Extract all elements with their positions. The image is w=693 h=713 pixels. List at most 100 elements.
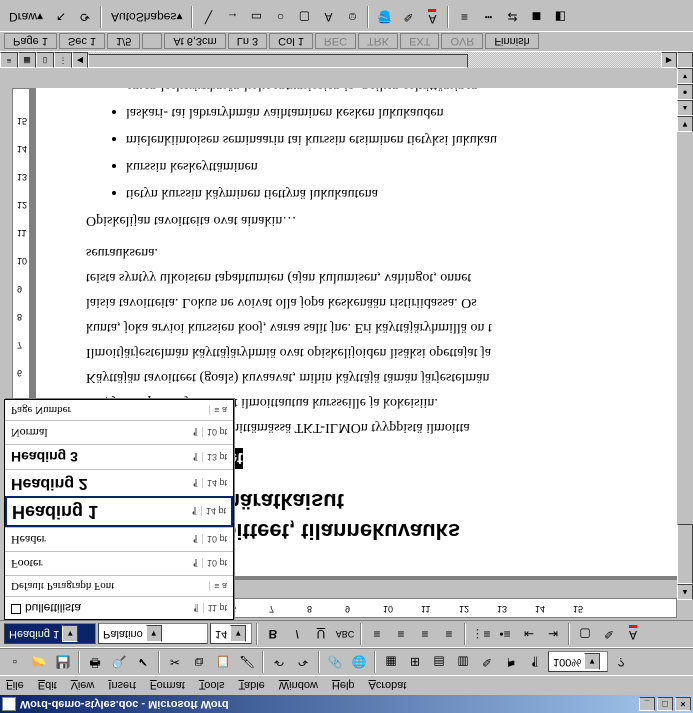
- body-text[interactable]: Ilmoitjärjestelmän käyttäjäryhmiä ovat o…: [86, 342, 677, 361]
- style-option[interactable]: bullettilista¶11 pt: [5, 596, 233, 619]
- page-view-button[interactable]: ▯: [36, 52, 54, 68]
- outline-view-button[interactable]: ⋮: [54, 52, 72, 68]
- preview-button[interactable]: 🔍: [108, 651, 130, 673]
- align-right-button[interactable]: ≡: [414, 623, 436, 645]
- 3d-button[interactable]: ◧: [549, 7, 571, 29]
- hyperlink-button[interactable]: 🔗: [324, 651, 346, 673]
- style-option[interactable]: Default Paragraph Font≡ a: [5, 575, 233, 596]
- arrow-style-button[interactable]: ⇄: [501, 7, 523, 29]
- new-button[interactable]: ▫: [4, 651, 26, 673]
- browse-object-button[interactable]: ●: [677, 84, 693, 100]
- select-objects-button[interactable]: ↖: [50, 7, 72, 29]
- copy-button[interactable]: ⧉: [188, 651, 210, 673]
- underline-button[interactable]: U: [310, 623, 332, 645]
- fill-color-button[interactable]: 🪣: [373, 7, 395, 29]
- wordart-tool[interactable]: A: [317, 7, 339, 29]
- body-text[interactable]: laisia tavoitteita. Lokus ne voivat olla…: [86, 292, 677, 311]
- list-item[interactable]: mielenkiintoisen seminaarin tai kurssin …: [126, 129, 677, 148]
- status-rec[interactable]: REC: [315, 34, 356, 50]
- align-center-button[interactable]: ≡: [390, 623, 412, 645]
- scroll-thumb-h[interactable]: [88, 54, 468, 68]
- style-combo[interactable]: Heading 1 ▼: [4, 624, 96, 645]
- body-text[interactable]: teista syntyy ulkoisten tapahtumien (aja…: [86, 267, 677, 286]
- small-caps-button[interactable]: ABC: [334, 623, 356, 645]
- menu-file[interactable]: File: [4, 678, 26, 694]
- scroll-left-button[interactable]: ◀: [72, 52, 88, 68]
- oval-tool[interactable]: ○: [269, 7, 291, 29]
- map-button[interactable]: ⚑: [500, 651, 522, 673]
- font-color-button-2[interactable]: A: [421, 7, 443, 29]
- tables-button[interactable]: ▦: [380, 651, 402, 673]
- next-page-button[interactable]: ▾: [677, 68, 693, 84]
- prev-page-button[interactable]: ▴: [677, 100, 693, 116]
- online-view-button[interactable]: ▦: [18, 52, 36, 68]
- bullet-list[interactable]: tietyn kurssin käyminen tiettynä lukukau…: [126, 88, 677, 202]
- format-painter-button[interactable]: 🖌: [236, 651, 258, 673]
- chevron-down-icon[interactable]: ▼: [62, 626, 78, 643]
- undo-button[interactable]: ↶: [268, 651, 290, 673]
- style-dropdown[interactable]: bullettilista¶11 ptDefault Paragraph Fon…: [4, 399, 234, 620]
- scroll-right-button[interactable]: ▶: [661, 52, 677, 68]
- minimize-button[interactable]: _: [639, 697, 655, 711]
- numbered-list-button[interactable]: ⋮≡: [470, 623, 492, 645]
- menu-table[interactable]: Table: [236, 678, 266, 694]
- outdent-button[interactable]: ⇤: [518, 623, 540, 645]
- zoom-combo[interactable]: 100% ▼: [548, 652, 608, 673]
- rotate-button[interactable]: ⟳: [74, 7, 96, 29]
- show-hide-button[interactable]: ¶: [524, 651, 546, 673]
- menu-insert[interactable]: Insert: [106, 678, 138, 694]
- menu-edit[interactable]: Edit: [36, 678, 59, 694]
- style-option[interactable]: Header¶10 pt: [5, 527, 233, 551]
- close-button[interactable]: ×: [675, 697, 691, 711]
- spell-button[interactable]: ✔: [132, 651, 154, 673]
- line-color-button[interactable]: ✎: [397, 7, 419, 29]
- style-option[interactable]: Heading 3¶13 pt: [5, 444, 233, 469]
- highlight-button[interactable]: ✎: [598, 623, 620, 645]
- font-color-button[interactable]: A: [622, 623, 644, 645]
- draw-menu[interactable]: Draw ▾: [4, 7, 48, 29]
- status-trk[interactable]: TRK: [358, 34, 398, 50]
- rectangle-tool[interactable]: ▭: [245, 7, 267, 29]
- scroll-down-button[interactable]: ▼: [677, 116, 693, 132]
- print-button[interactable]: 🖶: [84, 651, 106, 673]
- justify-button[interactable]: ≡: [438, 623, 460, 645]
- bold-button[interactable]: B: [262, 623, 284, 645]
- style-option[interactable]: Heading 1¶14 pt: [5, 496, 233, 527]
- clipart-tool[interactable]: ☺: [341, 7, 363, 29]
- menu-format[interactable]: Format: [148, 678, 187, 694]
- line-style-button[interactable]: ≡: [453, 7, 475, 29]
- list-item[interactable]: kurssin keskeyttäminen: [126, 156, 677, 175]
- textbox-tool[interactable]: ▢: [293, 7, 315, 29]
- redo-button[interactable]: ↷: [292, 651, 314, 673]
- paste-button[interactable]: 📋: [212, 651, 234, 673]
- save-button[interactable]: 💾: [52, 651, 74, 673]
- web-toolbar-button[interactable]: 🌐: [348, 651, 370, 673]
- menu-tools[interactable]: Tools: [197, 678, 227, 694]
- style-option[interactable]: Heading 2¶14 pt: [5, 469, 233, 496]
- help-button[interactable]: ?: [610, 651, 632, 673]
- italic-button[interactable]: I: [286, 623, 308, 645]
- insert-table-button[interactable]: ⊞: [404, 651, 426, 673]
- excel-button[interactable]: ▤: [428, 651, 450, 673]
- body-text[interactable]: Opiskelijan tavoitteita ovat ainakin…: [86, 210, 677, 229]
- arrow-tool[interactable]: →: [221, 7, 243, 29]
- line-tool[interactable]: ╲: [197, 7, 219, 29]
- dash-style-button[interactable]: ┅: [477, 7, 499, 29]
- menu-help[interactable]: Help: [330, 678, 357, 694]
- open-button[interactable]: 📂: [28, 651, 50, 673]
- columns-button[interactable]: ▥: [452, 651, 474, 673]
- align-left-button[interactable]: ≡: [366, 623, 388, 645]
- autoshapes-menu[interactable]: AutoShapes ▾: [106, 7, 187, 29]
- menu-window[interactable]: Window: [277, 678, 320, 694]
- list-item[interactable]: oman laskariryhmän kokoontumisajan ja -p…: [126, 88, 677, 94]
- body-text[interactable]: kunta, joka arvioi kurssien kooj, varaa …: [86, 317, 677, 336]
- menu-view[interactable]: View: [69, 678, 97, 694]
- body-text[interactable]: Käyttäjän tavoitteet (goals) kuvaavat, m…: [86, 367, 677, 386]
- chevron-down-icon[interactable]: ▼: [230, 626, 246, 643]
- horizontal-scrollbar[interactable]: ≡ ▦ ▯ ⋮ ◀ ▶: [0, 52, 677, 68]
- border-button[interactable]: ▢: [574, 623, 596, 645]
- bullet-list-button[interactable]: •≡: [494, 623, 516, 645]
- size-combo[interactable]: 14 ▼: [210, 624, 252, 645]
- indent-button[interactable]: ⇥: [542, 623, 564, 645]
- vertical-scrollbar[interactable]: ▲ ▼ ▴ ● ▾: [677, 68, 693, 600]
